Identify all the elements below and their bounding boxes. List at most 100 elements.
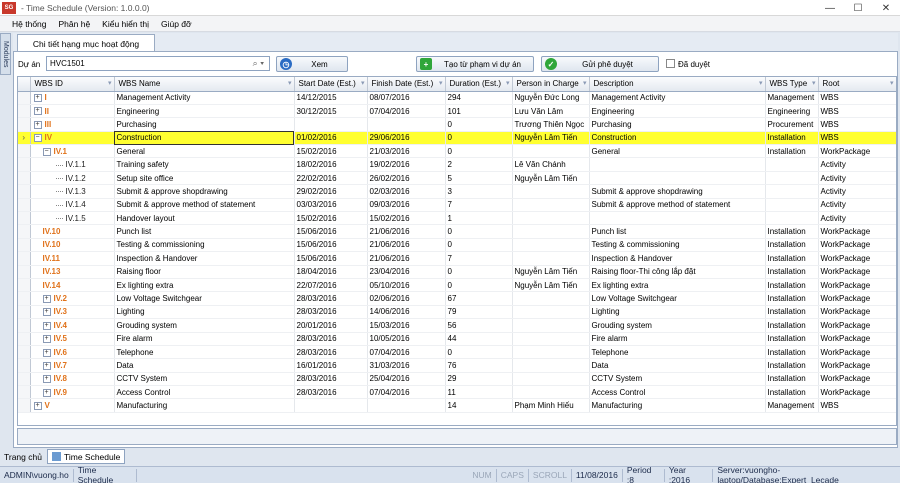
wbs-type-cell[interactable]: Management: [765, 91, 819, 105]
row-indicator[interactable]: [18, 211, 31, 226]
row-indicator[interactable]: [18, 198, 31, 213]
person-cell[interactable]: Phạm Minh Hiếu: [512, 398, 590, 413]
duration-cell[interactable]: 294: [445, 91, 513, 105]
wbs-id-cell[interactable]: + IV.9: [30, 385, 115, 400]
row-indicator[interactable]: [18, 291, 31, 306]
duration-cell[interactable]: 56: [445, 318, 513, 333]
finish-date-cell[interactable]: 25/04/2016: [367, 372, 446, 387]
root-cell[interactable]: WBS: [818, 398, 896, 413]
root-cell[interactable]: WorkPackage: [818, 358, 896, 373]
description-cell[interactable]: Data: [589, 358, 766, 373]
finish-date-cell[interactable]: 07/04/2016: [367, 104, 446, 119]
finish-date-cell[interactable]: 09/03/2016: [367, 198, 446, 213]
duration-cell[interactable]: 0: [445, 345, 513, 360]
duration-cell[interactable]: 2: [445, 157, 513, 172]
row-indicator[interactable]: [18, 372, 31, 387]
wbs-id-cell[interactable]: + IV.5: [30, 332, 115, 346]
collapse-icon[interactable]: −: [33, 134, 42, 143]
description-cell[interactable]: Inspection & Handover: [589, 251, 766, 266]
root-cell[interactable]: WorkPackage: [818, 318, 896, 333]
expand-icon[interactable]: +: [42, 361, 51, 370]
menu-phan-he[interactable]: Phân hệ: [59, 19, 91, 29]
wbs-id-cell[interactable]: IV.1.4: [30, 198, 115, 213]
finish-date-cell[interactable]: 07/04/2016: [367, 385, 446, 400]
wbs-id-cell[interactable]: IV.10: [30, 224, 115, 239]
root-cell[interactable]: Activity: [818, 171, 896, 186]
start-date-cell[interactable]: 22/02/2016: [294, 171, 368, 186]
wbs-name-cell[interactable]: Inspection & Handover: [114, 251, 295, 266]
finish-date-cell[interactable]: 31/03/2016: [367, 358, 446, 373]
table-row[interactable]: IV.1.4 Submit & approve method of stateme…: [18, 198, 896, 213]
wbs-type-cell[interactable]: Installation: [765, 251, 819, 266]
finish-date-cell[interactable]: [367, 117, 446, 132]
root-cell[interactable]: WorkPackage: [818, 305, 896, 320]
person-cell[interactable]: [512, 291, 590, 306]
finish-date-cell[interactable]: 26/02/2016: [367, 171, 446, 186]
start-date-cell[interactable]: 18/04/2016: [294, 265, 368, 279]
duration-cell[interactable]: 1: [445, 211, 513, 226]
wbs-id-cell[interactable]: IV.10: [30, 238, 115, 253]
root-cell[interactable]: Activity: [818, 184, 896, 199]
person-cell[interactable]: Lê Văn Chánh: [512, 157, 590, 172]
maximize-button[interactable]: ☐: [844, 0, 872, 16]
search-icon[interactable]: ⌕ ▾: [253, 58, 264, 69]
person-cell[interactable]: Nguyễn Lâm Tiến: [512, 131, 590, 146]
wbs-id-cell[interactable]: + III: [30, 117, 115, 132]
header-wbs-type[interactable]: WBS Type ▾: [765, 77, 819, 92]
finish-date-cell[interactable]: 05/10/2016: [367, 278, 446, 293]
root-cell[interactable]: WorkPackage: [818, 278, 896, 293]
wbs-id-cell[interactable]: IV.1.2: [30, 171, 115, 186]
start-date-cell[interactable]: 15/06/2016: [294, 251, 368, 266]
wbs-name-cell[interactable]: Submit & approve shopdrawing: [114, 184, 295, 199]
header-description[interactable]: Description ▾: [589, 77, 766, 92]
start-date-cell[interactable]: 28/03/2016: [294, 305, 368, 320]
wbs-type-cell[interactable]: [765, 184, 819, 199]
description-cell[interactable]: Raising floor-Thi công lắp đặt: [589, 265, 766, 279]
description-cell[interactable]: Testing & commissioning: [589, 238, 766, 253]
person-cell[interactable]: Lưu Văn Lâm: [512, 104, 590, 119]
wbs-type-cell[interactable]: Installation: [765, 238, 819, 253]
wbs-type-cell[interactable]: Procurement: [765, 117, 819, 132]
row-indicator[interactable]: [18, 104, 31, 119]
root-cell[interactable]: WBS: [818, 91, 896, 105]
start-date-cell[interactable]: 28/03/2016: [294, 385, 368, 400]
person-cell[interactable]: Trương Thiên Ngọc: [512, 117, 590, 132]
person-cell[interactable]: Nguyễn Lâm Tiến: [512, 278, 590, 293]
wbs-name-cell[interactable]: Telephone: [114, 345, 295, 360]
wbs-type-cell[interactable]: Installation: [765, 305, 819, 320]
wbs-type-cell[interactable]: Engineering: [765, 104, 819, 119]
root-cell[interactable]: Activity: [818, 198, 896, 213]
wbs-type-cell[interactable]: [765, 157, 819, 172]
row-indicator[interactable]: [18, 238, 31, 253]
row-indicator[interactable]: [18, 184, 31, 199]
wbs-type-cell[interactable]: Installation: [765, 291, 819, 306]
person-cell[interactable]: [512, 211, 590, 226]
description-cell[interactable]: CCTV System: [589, 372, 766, 387]
wbs-id-cell[interactable]: + V: [30, 398, 115, 413]
person-cell[interactable]: [512, 251, 590, 266]
description-cell[interactable]: Telephone: [589, 345, 766, 360]
row-indicator[interactable]: [18, 385, 31, 400]
finish-date-cell[interactable]: 10/05/2016: [367, 332, 446, 346]
description-cell[interactable]: [589, 211, 766, 226]
table-row[interactable]: + IV.6 Telephone 28/03/2016 07/04/2016 0 Telep…: [18, 345, 896, 360]
expand-icon[interactable]: +: [42, 375, 51, 384]
duration-cell[interactable]: 0: [445, 278, 513, 293]
table-row[interactable]: IV.1.1 Training safety 18/02/2016 19/02/201…: [18, 157, 896, 172]
project-input[interactable]: HVC1501 ⌕ ▾: [46, 56, 270, 71]
start-date-cell[interactable]: 15/02/2016: [294, 144, 368, 159]
duration-cell[interactable]: 0: [445, 131, 513, 146]
expand-icon[interactable]: +: [42, 294, 51, 303]
start-date-cell[interactable]: 28/03/2016: [294, 345, 368, 360]
header-duration[interactable]: Duration (Est.) ▾: [445, 77, 513, 92]
wbs-type-cell[interactable]: [765, 171, 819, 186]
row-indicator[interactable]: [18, 318, 31, 333]
wbs-id-cell[interactable]: IV.14: [30, 278, 115, 293]
row-indicator[interactable]: [18, 224, 31, 239]
person-cell[interactable]: [512, 358, 590, 373]
description-cell[interactable]: Access Control: [589, 385, 766, 400]
modules-side-tab[interactable]: Modules: [0, 33, 11, 75]
table-row[interactable]: IV.13 Raising floor 18/04/2016 23/04/2016 0 N…: [18, 265, 896, 279]
start-date-cell[interactable]: 16/01/2016: [294, 358, 368, 373]
menu-giup-do[interactable]: Giúp đỡ: [161, 19, 192, 29]
